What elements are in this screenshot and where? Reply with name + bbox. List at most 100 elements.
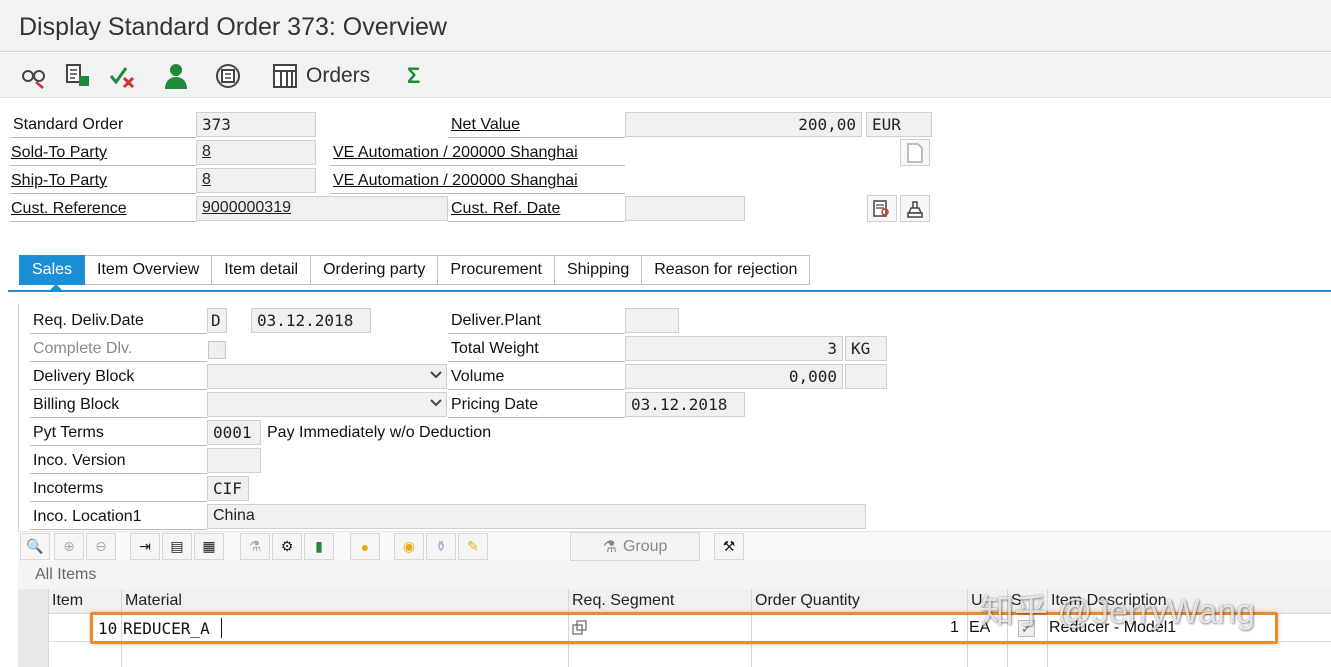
sold-to-party-label[interactable]: Sold-To Party [11, 144, 107, 162]
chevron-down-icon [430, 396, 442, 412]
watermark: 知乎 @JerryWang [980, 593, 1256, 631]
total-weight-label: Total Weight [451, 340, 539, 357]
inco-version-label: Inco. Version [33, 452, 126, 469]
configuration-icon: ⚗ [248, 538, 262, 554]
tab-ordering-party[interactable]: Ordering party [311, 255, 439, 285]
header-detail-button[interactable] [867, 195, 897, 222]
currency-field: EUR [866, 112, 932, 137]
orders-label: Orders [306, 64, 371, 87]
group-button[interactable]: ⚗ Group [570, 532, 700, 561]
group-icon: ⚗ [602, 538, 617, 556]
column-header-material[interactable]: Material [125, 592, 182, 610]
coin-icon: ◉ [402, 538, 416, 554]
inco-version-field[interactable] [207, 448, 261, 473]
status-check-button[interactable] [108, 61, 138, 91]
pricing-button[interactable]: ● [350, 533, 380, 560]
configuration-button[interactable]: ⚗ [240, 533, 270, 560]
pyt-terms-text: Pay Immediately w/o Deduction [267, 424, 492, 441]
add-row-icon: ⊕ [63, 538, 75, 554]
ship-to-party-label[interactable]: Ship-To Party [11, 172, 107, 190]
deselect-all-icon: ▦ [202, 538, 216, 554]
insert-row-button[interactable]: ⊕ [54, 533, 84, 560]
column-header-item[interactable]: Item [52, 592, 83, 610]
complete-dlv-label: Complete Dlv. [33, 340, 133, 357]
req-deliv-date-type-field[interactable]: D [207, 308, 227, 333]
deliver-plant-label: Deliver.Plant [451, 312, 541, 329]
select-all-icon: ⇥ [139, 538, 151, 554]
output-button[interactable] [214, 61, 244, 91]
tab-sales[interactable]: Sales [19, 255, 86, 285]
price-condition-button[interactable]: ◉ [394, 533, 424, 560]
tab-shipping[interactable]: Shipping [554, 255, 643, 285]
volume-label: Volume [451, 368, 505, 385]
net-value-field: 200,00 [625, 112, 862, 137]
chart-icon: ▮ [315, 538, 323, 554]
page-title: Display Standard Order 373: Overview [19, 13, 447, 41]
deliver-plant-field[interactable] [625, 308, 679, 333]
net-value-label[interactable]: Net Value [451, 116, 520, 134]
flask-icon: ⚱ [435, 538, 447, 554]
person-icon [165, 64, 187, 89]
settings-button[interactable]: ⚒ [714, 533, 744, 560]
billing-block-dropdown[interactable] [207, 392, 447, 417]
billing-block-label: Billing Block [33, 396, 120, 413]
group-label: Group [622, 537, 668, 555]
delete-row-button[interactable]: ⊖ [86, 533, 116, 560]
availability-icon: ⚙ [280, 538, 294, 554]
tab-item-detail[interactable]: Item detail [212, 255, 312, 285]
tab-underline [8, 290, 1331, 292]
batch-button[interactable]: ⚱ [426, 533, 456, 560]
document-button[interactable] [900, 139, 930, 166]
inco-location-field[interactable]: China [207, 504, 866, 529]
req-deliv-date-field[interactable]: 03.12.2018 [251, 308, 371, 333]
magnifier-document-icon: 🔍 [26, 538, 44, 554]
select-block-button[interactable]: ▤ [162, 533, 192, 560]
ship-to-party-name[interactable]: VE Automation / 200000 Shanghai [333, 172, 578, 190]
column-header-req-segment[interactable]: Req. Segment [572, 592, 674, 610]
pyt-terms-label: Pyt Terms [33, 424, 104, 441]
orders-button[interactable]: Orders [272, 61, 370, 91]
tab-item-overview[interactable]: Item Overview [85, 255, 213, 285]
tools-icon: ⚒ [722, 538, 736, 554]
pyt-terms-field[interactable]: 0001 [207, 420, 261, 445]
incoterms-field[interactable]: CIF [207, 476, 249, 501]
output-icon [216, 64, 240, 88]
document-flow-icon [66, 64, 89, 86]
sold-to-party-name[interactable]: VE Automation / 200000 Shanghai [333, 144, 578, 162]
complete-dlv-checkbox[interactable] [208, 341, 226, 359]
total-weight-field: 3 [625, 336, 843, 361]
deselect-all-button[interactable]: ▦ [194, 533, 224, 560]
notes-button[interactable]: ✎ [458, 533, 488, 560]
document-flow-button[interactable] [64, 61, 92, 91]
select-all-button[interactable]: ⇥ [130, 533, 160, 560]
sold-to-party-field[interactable]: 8 [196, 140, 316, 165]
cust-reference-label[interactable]: Cust. Reference [11, 200, 127, 218]
column-header-order-quantity[interactable]: Order Quantity [755, 592, 860, 610]
partner-button[interactable] [162, 61, 190, 91]
cust-ref-date-label[interactable]: Cust. Ref. Date [451, 200, 560, 218]
ship-to-party-field[interactable]: 8 [196, 168, 316, 193]
delivery-block-dropdown[interactable] [207, 364, 447, 389]
coins-icon: ● [360, 538, 370, 555]
sum-button[interactable]: Σ [407, 61, 420, 91]
notes-icon: ✎ [467, 538, 479, 554]
display-glasses-button[interactable] [20, 61, 48, 91]
tab-reason-for-rejection[interactable]: Reason for rejection [642, 255, 811, 285]
standard-order-label: Standard Order [13, 116, 124, 133]
sigma-icon: Σ [407, 63, 421, 88]
table-row-empty[interactable] [18, 642, 1331, 667]
pricing-date-label: Pricing Date [451, 396, 539, 413]
pricing-date-field[interactable]: 03.12.2018 [625, 392, 745, 417]
header-print-button[interactable] [900, 195, 930, 222]
availability-button[interactable]: ⚙ [272, 533, 302, 560]
table-icon [273, 64, 297, 88]
row-selector-column[interactable] [18, 589, 48, 667]
delivery-block-label: Delivery Block [33, 368, 135, 385]
schedule-lines-button[interactable]: ▮ [304, 533, 334, 560]
item-details-button[interactable]: 🔍 [20, 533, 50, 560]
standard-order-field[interactable]: 373 [196, 112, 316, 137]
cust-ref-date-field[interactable] [625, 196, 745, 221]
tab-procurement[interactable]: Procurement [438, 255, 555, 285]
cust-reference-field[interactable]: 9000000319 [196, 196, 448, 221]
tab-strip: Sales Item Overview Item detail Ordering… [19, 255, 811, 285]
